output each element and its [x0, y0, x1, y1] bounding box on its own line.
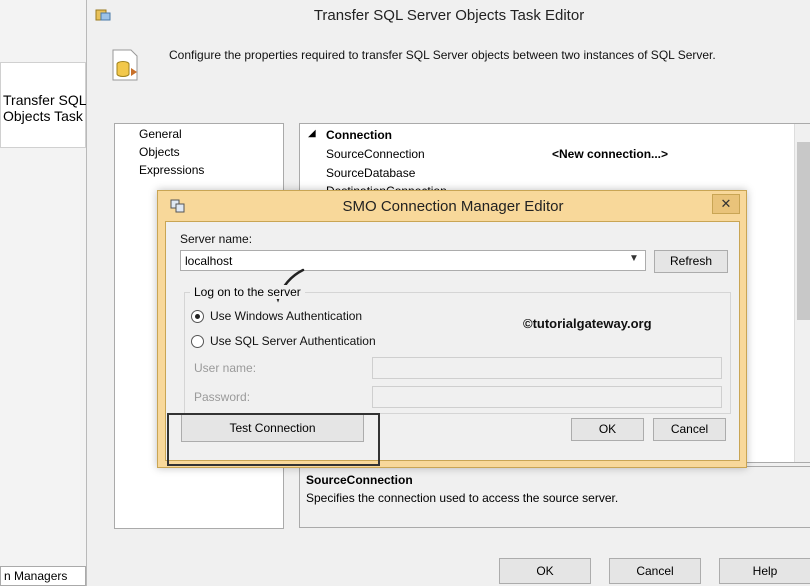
property-value[interactable]: <New connection...> [552, 147, 668, 161]
user-name-field[interactable] [372, 357, 722, 379]
user-name-label: User name: [194, 361, 257, 375]
connection-managers-tab[interactable]: n Managers [0, 566, 86, 586]
title-bar: Transfer SQL Server Objects Task Editor [87, 0, 810, 32]
property-description-text: Specifies the connection used to access … [306, 491, 619, 505]
windows-auth-label[interactable]: Use Windows Authentication [210, 309, 362, 323]
test-connection-highlight [167, 413, 380, 466]
collapse-caret-icon[interactable]: ◢ [308, 128, 316, 139]
password-label: Password: [194, 390, 251, 404]
scrollbar-thumb[interactable] [797, 142, 810, 320]
property-name[interactable]: SourceDatabase [326, 166, 415, 180]
sql-auth-label[interactable]: Use SQL Server Authentication [210, 334, 376, 348]
password-field[interactable] [372, 386, 722, 408]
nav-item-expressions[interactable]: Expressions [139, 163, 204, 177]
ok-button[interactable]: OK [499, 558, 591, 584]
watermark: ©tutorialgateway.org [523, 316, 652, 331]
server-name-label: Server name: [180, 232, 253, 246]
task-box-title: Transfer SQL Objects Task [3, 92, 87, 124]
refresh-button[interactable]: Refresh [654, 250, 728, 273]
windows-auth-radio[interactable] [191, 310, 204, 323]
property-name[interactable]: SourceConnection [326, 147, 425, 161]
modal-ok-button[interactable]: OK [571, 418, 644, 441]
logon-group: Log on to the server Use Windows Authent… [184, 285, 731, 414]
dialog-title: Transfer SQL Server Objects Task Editor [313, 7, 585, 24]
sql-auth-radio[interactable] [191, 335, 204, 348]
property-category: Connection [326, 128, 392, 142]
server-name-value: localhost [185, 254, 233, 268]
modal-title: SMO Connection Manager Editor [342, 198, 564, 215]
nav-item-general[interactable]: General [139, 127, 182, 141]
server-name-combobox[interactable]: localhost ▼ [180, 250, 646, 303]
property-grid-scrollbar[interactable] [794, 124, 810, 462]
dialog-description: Configure the properties required to tra… [169, 48, 716, 62]
nav-item-objects[interactable]: Objects [139, 145, 180, 159]
chevron-down-icon[interactable]: ▼ [629, 253, 639, 264]
property-description-panel: SourceConnection Specifies the connectio… [299, 466, 810, 528]
logon-group-title: Log on to the server [190, 285, 305, 299]
cancel-button[interactable]: Cancel [609, 558, 701, 584]
close-icon[interactable]: ✕ [712, 194, 740, 214]
modal-cancel-button[interactable]: Cancel [653, 418, 726, 441]
database-transfer-icon [112, 49, 138, 81]
help-button[interactable]: Help [719, 558, 810, 584]
property-description-title: SourceConnection [306, 473, 413, 487]
radio-selected-dot [195, 314, 200, 319]
